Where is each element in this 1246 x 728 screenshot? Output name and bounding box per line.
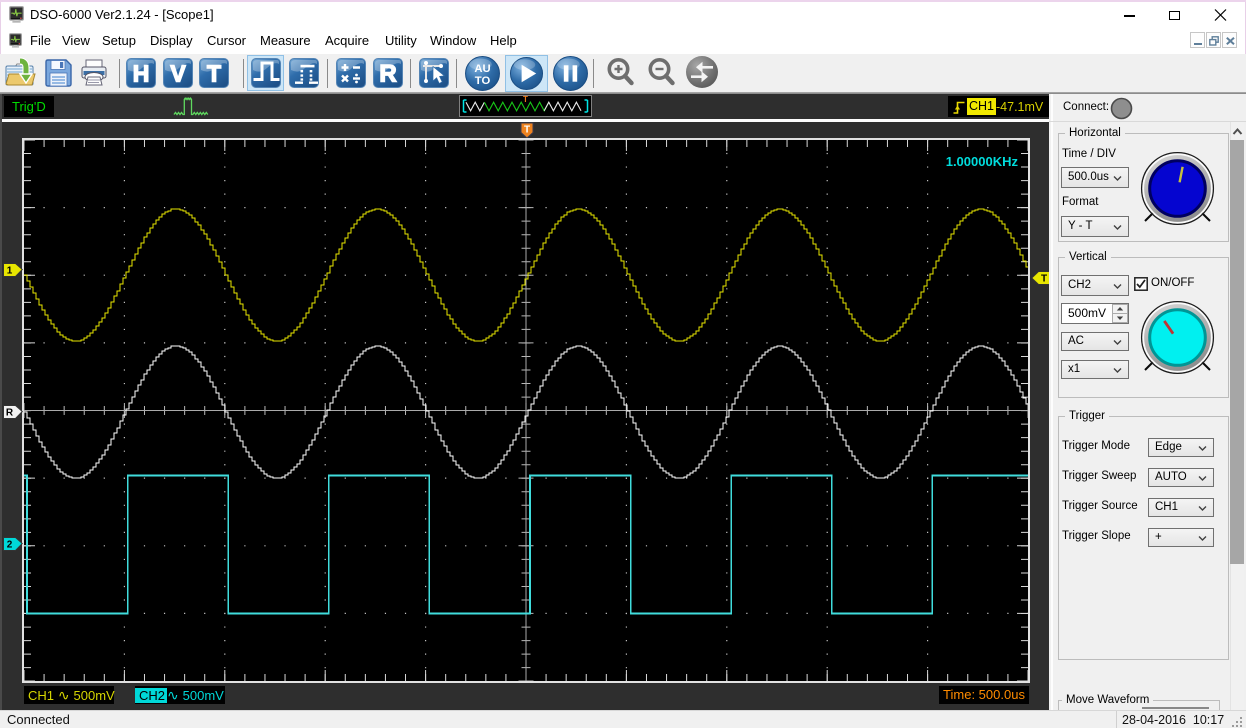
svg-text:R: R bbox=[6, 408, 14, 419]
svg-text:T: T bbox=[524, 125, 530, 136]
svg-text:TO: TO bbox=[475, 75, 491, 87]
svg-text:1.00000KHz: 1.00000KHz bbox=[946, 154, 1019, 169]
svg-text:T: T bbox=[1041, 274, 1047, 285]
svg-text:R: R bbox=[379, 61, 396, 88]
svg-text:V: V bbox=[170, 61, 186, 87]
svg-text:1: 1 bbox=[7, 266, 13, 277]
svg-text:T: T bbox=[523, 95, 528, 104]
svg-text:AU: AU bbox=[474, 63, 490, 75]
svg-text:2: 2 bbox=[7, 540, 13, 551]
svg-text:H: H bbox=[133, 61, 150, 87]
svg-text:T: T bbox=[207, 61, 221, 87]
